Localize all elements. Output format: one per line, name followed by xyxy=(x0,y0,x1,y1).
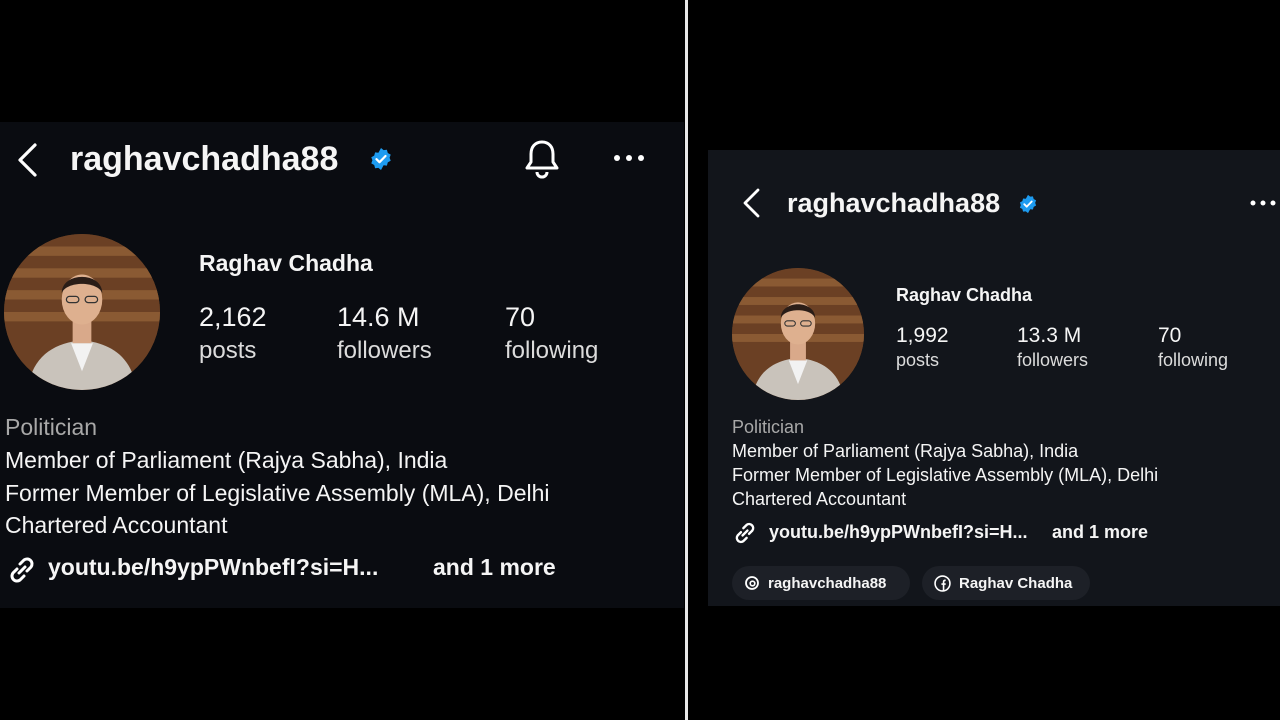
chip-label: Raghav Chadha xyxy=(959,574,1073,592)
posts-label: posts xyxy=(199,337,257,364)
profile-avatar[interactable] xyxy=(4,234,160,390)
more-links-button[interactable]: and 1 more xyxy=(433,554,556,581)
link-icon xyxy=(732,520,758,546)
followers-label[interactable]: followers xyxy=(337,337,432,365)
panel-divider xyxy=(685,0,688,720)
facebook-profile-chip[interactable]: Raghav Chadha xyxy=(922,566,1090,600)
profile-display-name: Raghav Chadha xyxy=(199,250,373,276)
profile-avatar[interactable] xyxy=(732,268,864,400)
more-options-icon[interactable] xyxy=(1250,200,1276,206)
following-label[interactable]: following xyxy=(1158,350,1228,371)
back-arrow-icon[interactable] xyxy=(14,142,40,178)
following-label[interactable]: following xyxy=(505,337,598,365)
bio-line: Former Member of Legislative Assembly (M… xyxy=(5,480,550,506)
more-links-button[interactable]: and 1 more xyxy=(1052,522,1148,543)
verified-badge-icon xyxy=(1018,194,1038,214)
following-count[interactable]: 70 xyxy=(1158,324,1181,348)
bio-line: Chartered Accountant xyxy=(732,489,907,509)
followers-count[interactable]: 14.6 M xyxy=(337,302,420,333)
followers-count[interactable]: 13.3 M xyxy=(1017,324,1081,348)
profile-username: raghavchadha88 xyxy=(787,188,1001,218)
profile-username: raghavchadha88 xyxy=(70,140,339,178)
bio-line: Chartered Accountant xyxy=(5,512,228,538)
profile-category: Politician xyxy=(5,414,98,440)
posts-label: posts xyxy=(896,350,940,370)
facebook-icon xyxy=(934,574,951,592)
posts-count: 2,162 xyxy=(199,302,267,332)
more-options-icon[interactable] xyxy=(613,154,645,162)
followers-label[interactable]: followers xyxy=(1017,350,1088,371)
profile-category: Politician xyxy=(732,417,805,437)
profile-panel-left: raghavchadha88 Raghav Chadha 2,162 posts… xyxy=(0,122,684,608)
threads-icon xyxy=(744,575,760,591)
profile-panel-right: raghavchadha88 Raghav Chadha 1,992 posts… xyxy=(708,150,1280,606)
bio-line: Member of Parliament (Rajya Sabha), Indi… xyxy=(5,447,448,473)
chip-label: raghavchadha88 xyxy=(768,574,887,592)
profile-link[interactable]: youtu.be/h9ypPWnbefI?si=H... xyxy=(48,554,378,581)
verified-badge-icon xyxy=(369,147,393,171)
bio-line: Former Member of Legislative Assembly (M… xyxy=(732,465,1159,485)
profile-link[interactable]: youtu.be/h9ypPWnbefI?si=H... xyxy=(769,522,1028,543)
threads-profile-chip[interactable]: raghavchadha88 xyxy=(732,566,910,600)
notification-bell-icon[interactable] xyxy=(523,138,561,180)
back-arrow-icon[interactable] xyxy=(740,188,762,218)
posts-count: 1,992 xyxy=(896,324,949,347)
link-icon xyxy=(6,554,38,586)
bio-line: Member of Parliament (Rajya Sabha), Indi… xyxy=(732,441,1079,461)
following-count[interactable]: 70 xyxy=(505,302,535,333)
profile-display-name: Raghav Chadha xyxy=(896,285,1033,305)
